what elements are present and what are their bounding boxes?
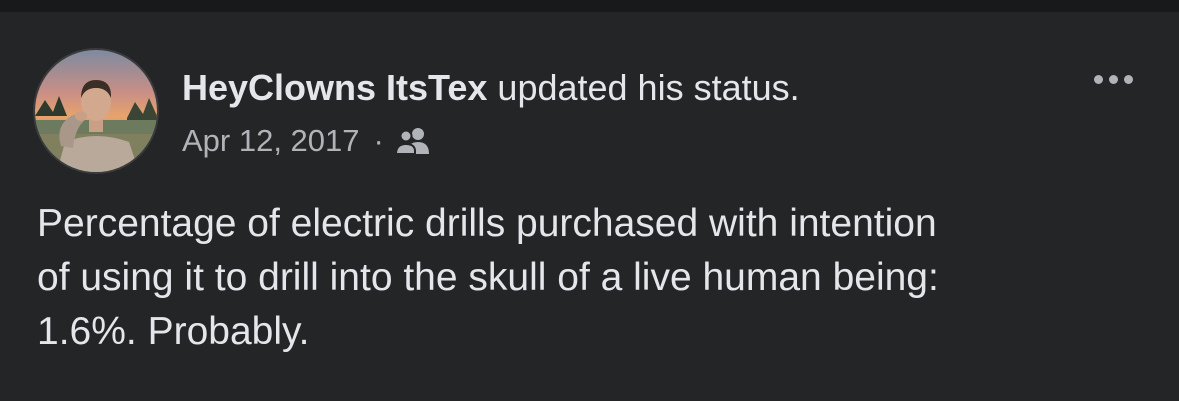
more-options-icon: [1093, 74, 1103, 84]
status-post: HeyClowns ItsTex updated his status. Apr…: [0, 12, 1179, 401]
friends-icon[interactable]: [394, 126, 432, 156]
top-divider: [0, 0, 1179, 12]
more-options-icon-dot: [1123, 74, 1133, 84]
post-meta: Apr 12, 2017 ·: [182, 122, 432, 160]
avatar[interactable]: [35, 50, 157, 172]
post-header: HeyClowns ItsTex updated his status.: [182, 66, 800, 110]
avatar-photo: [35, 50, 157, 172]
author-name[interactable]: HeyClowns ItsTex: [182, 67, 487, 108]
more-options-icon-dot: [1108, 74, 1118, 84]
post-date[interactable]: Apr 12, 2017: [182, 122, 360, 160]
meta-separator: ·: [373, 123, 384, 158]
more-options-button[interactable]: [1084, 64, 1142, 94]
post-action-text: updated his status.: [487, 67, 800, 108]
post-text: Percentage of electric drills purchased …: [37, 202, 939, 353]
